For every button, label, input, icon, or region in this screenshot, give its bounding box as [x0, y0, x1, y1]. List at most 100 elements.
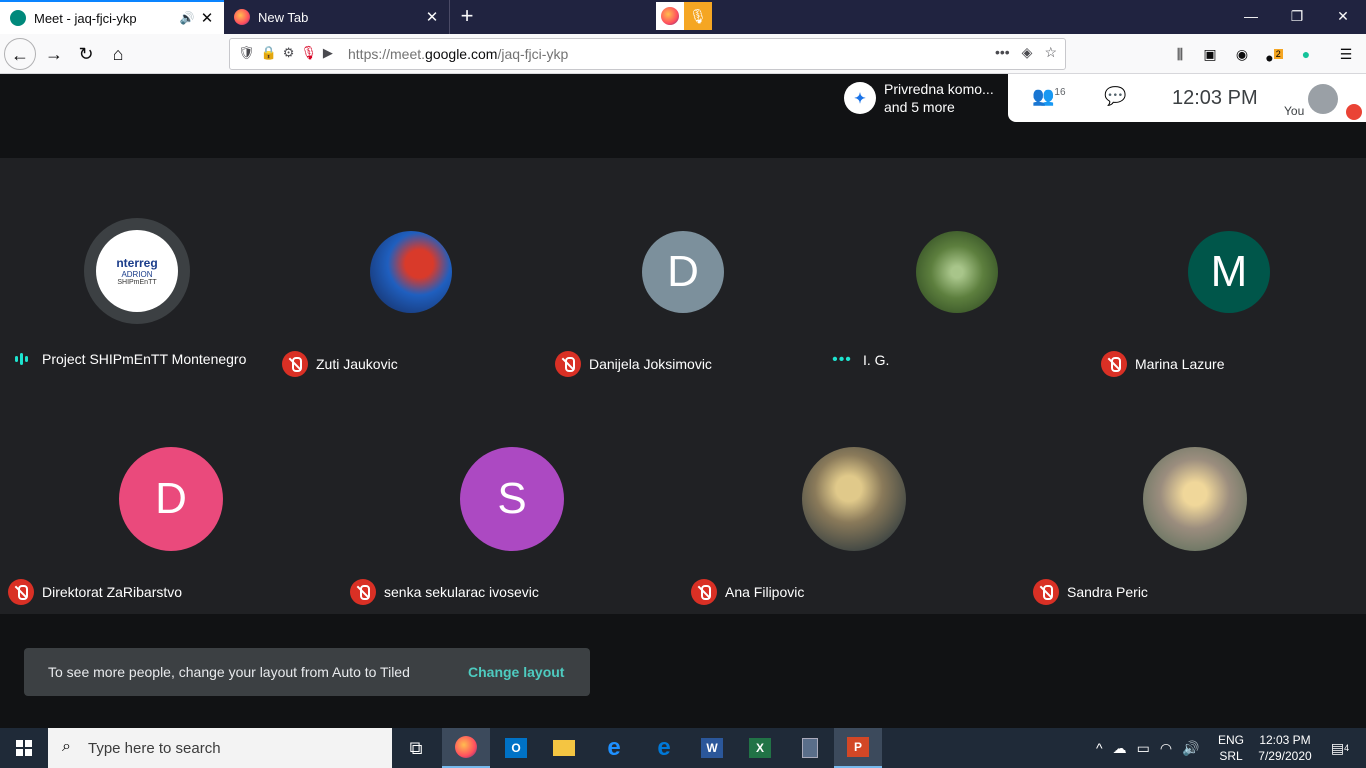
participants-button[interactable]: 👥16	[1032, 86, 1068, 110]
autoplay-icon[interactable]: ▶	[323, 45, 333, 61]
participant-avatar[interactable]: nterreg ADRION SHIPmEnTT	[84, 218, 190, 324]
menu-icon[interactable]: ☰	[1334, 42, 1358, 66]
participant-avatar[interactable]	[916, 231, 998, 313]
url-bar[interactable]: 🛡 🔒 ⚙ 🎙 ▶ https://meet.google.com/jaq-fj…	[229, 38, 1066, 70]
notification-center-icon[interactable]: ▤ 4	[1322, 728, 1358, 768]
participant-count: 16	[1054, 87, 1066, 98]
taskbar-clock[interactable]: 12:03 PM 7/29/2020	[1252, 728, 1318, 768]
participant-avatar[interactable]	[802, 447, 906, 551]
tab-meet[interactable]: Meet - jaq-fjci-ykp 🔊 ✕	[0, 0, 224, 34]
internet-explorer-icon[interactable]: e	[590, 728, 638, 768]
permissions-icon[interactable]: ⚙	[283, 45, 295, 61]
volume-icon[interactable]: 🔊	[1182, 740, 1199, 757]
mic-off-icon	[8, 579, 34, 605]
battery-icon[interactable]: ▭	[1137, 740, 1150, 757]
minimize-button[interactable]: —	[1228, 0, 1274, 34]
tab-title: Meet - jaq-fjci-ykp	[34, 10, 137, 26]
change-layout-button[interactable]: Change layout	[468, 664, 564, 680]
participant-name-row: Danijela Joksimovic	[555, 351, 712, 377]
calculator-icon[interactable]	[786, 728, 834, 768]
forward-button[interactable]: →	[38, 38, 70, 70]
file-explorer-icon[interactable]	[540, 728, 588, 768]
system-tray: ^ ☁ ▭ ◠ 🔊	[1096, 728, 1199, 768]
pocket-icon[interactable]: ◈	[1022, 44, 1033, 61]
url-text[interactable]: https://meet.google.com/jaq-fjci-ykp	[348, 46, 568, 62]
participant-avatar[interactable]	[370, 231, 452, 313]
lock-icon[interactable]: 🔒	[261, 45, 277, 61]
new-tab-button[interactable]: +	[452, 0, 482, 34]
onedrive-icon[interactable]: ☁	[1113, 740, 1127, 757]
more-options-icon[interactable]: •••	[829, 351, 855, 369]
edge-icon[interactable]: e	[640, 728, 688, 768]
meeting-clock: 12:03 PM	[1172, 87, 1258, 109]
bookmark-star-icon[interactable]: ☆	[1044, 44, 1057, 61]
participant-name-row: Sandra Peric	[1033, 579, 1148, 605]
home-button[interactable]: ⌂	[102, 38, 134, 70]
sidebar-icon[interactable]: ▣	[1198, 42, 1222, 66]
participant-avatar[interactable]: D	[119, 447, 223, 551]
wifi-icon[interactable]: ◠	[1160, 740, 1172, 757]
microphone-permission-icon[interactable]: 🎙	[300, 45, 317, 61]
layout-toast: To see more people, change your layout f…	[24, 648, 590, 696]
people-icon: 👥	[1032, 86, 1055, 106]
speaker-icon[interactable]: 🔊	[178, 11, 196, 25]
firefox-taskbar-icon[interactable]	[442, 728, 490, 768]
participant-avatar[interactable]	[1143, 447, 1247, 551]
presenter-logo-icon: ✦	[844, 82, 876, 114]
close-window-button[interactable]: ✕	[1320, 0, 1366, 34]
microphone-sharing-icon: 🎙	[684, 2, 712, 30]
extension-icon[interactable]: ● 2	[1262, 42, 1286, 66]
page-actions-icon[interactable]: •••	[995, 44, 1010, 61]
participant-name-row: senka sekularac ivosevic	[350, 579, 539, 605]
restore-button[interactable]: ❐	[1274, 0, 1320, 34]
participant-avatar[interactable]: S	[460, 447, 564, 551]
sharing-indicator[interactable]: 🎙	[656, 2, 712, 30]
self-avatar[interactable]	[1308, 84, 1338, 114]
taskbar-search-box[interactable]: ⌕ Type here to search	[48, 728, 392, 768]
mic-off-icon	[282, 351, 308, 377]
browser-tab-strip: Meet - jaq-fjci-ykp 🔊 ✕ New Tab ✕ + 🎙 — …	[0, 0, 1366, 34]
participant-name-row: Ana Filipovic	[691, 579, 804, 605]
task-view-icon[interactable]: ⧉	[392, 728, 440, 768]
back-button[interactable]: ←	[4, 38, 36, 70]
grammarly-icon[interactable]: ●	[1294, 42, 1318, 66]
word-icon[interactable]: W	[688, 728, 736, 768]
toast-message: To see more people, change your layout f…	[48, 664, 410, 680]
search-icon: ⌕	[62, 738, 71, 755]
participant-avatar[interactable]: M	[1188, 231, 1270, 313]
meet-favicon-icon	[10, 10, 26, 26]
meet-stage: ✦ Privredna komo... and 5 more 👥16 💬 12:…	[0, 74, 1366, 728]
outlook-icon[interactable]: O	[492, 728, 540, 768]
close-tab-icon[interactable]: ✕	[196, 9, 218, 27]
presenter-more: and 5 more	[884, 99, 955, 115]
tab-new-tab[interactable]: New Tab ✕	[224, 0, 450, 34]
participant-grid	[0, 158, 1366, 614]
language-indicator[interactable]: ENG SRL	[1218, 728, 1244, 768]
tab-title: New Tab	[258, 9, 309, 25]
mic-off-icon	[350, 579, 376, 605]
presenter-chip[interactable]: ✦ Privredna komo... and 5 more	[836, 74, 1012, 122]
firefox-icon	[661, 7, 679, 25]
account-icon[interactable]: ◉	[1230, 42, 1254, 66]
participant-name-row: Zuti Jaukovic	[282, 351, 398, 377]
search-placeholder: Type here to search	[88, 740, 221, 757]
windows-logo-icon	[16, 740, 32, 756]
shield-icon[interactable]: 🛡	[238, 45, 255, 61]
reload-button[interactable]: ↻	[70, 38, 102, 70]
excel-icon[interactable]: X	[736, 728, 784, 768]
show-hidden-icons-icon[interactable]: ^	[1096, 740, 1103, 756]
participant-name-row: Direktorat ZaRibarstvo	[8, 579, 182, 605]
navigation-toolbar: ← → ↻ ⌂ 🛡 🔒 ⚙ 🎙 ▶ https://meet.google.co…	[0, 34, 1366, 74]
library-icon[interactable]: ⫼	[1168, 42, 1192, 66]
mic-off-icon	[691, 579, 717, 605]
mic-off-icon	[1033, 579, 1059, 605]
you-label: You	[1284, 104, 1305, 118]
chat-icon[interactable]: 💬	[1104, 86, 1126, 107]
close-tab-icon[interactable]: ✕	[421, 8, 443, 26]
participant-avatar[interactable]: D	[642, 231, 724, 313]
speaking-indicator-icon	[8, 353, 34, 365]
mic-off-icon	[1101, 351, 1127, 377]
powerpoint-icon[interactable]: P	[834, 728, 882, 768]
start-button[interactable]	[0, 728, 48, 768]
presenter-name: Privredna komo...	[884, 81, 994, 97]
